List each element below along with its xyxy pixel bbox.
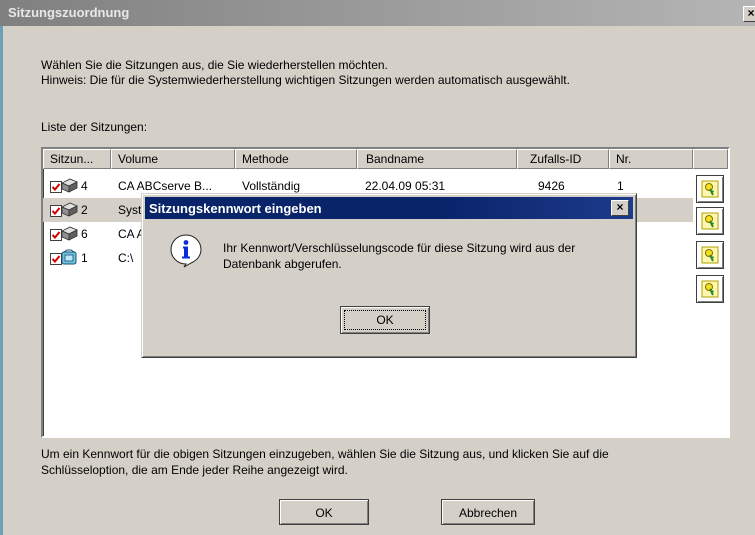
random-id-cell: 9426 — [538, 179, 565, 193]
dialog-ok-label: OK — [376, 313, 394, 327]
dialog-message-line-2: Datenbank abgerufen. — [223, 257, 342, 271]
dialog-close-button[interactable]: × — [611, 200, 629, 216]
dialog-ok-button[interactable]: OK — [340, 306, 430, 334]
tape-name-cell: 22.04.09 05:31 — [365, 179, 446, 193]
volume-cell: CA ABCserve B... — [118, 179, 213, 193]
session-key-button[interactable] — [696, 241, 724, 269]
dialog-message-line-1: Ihr Kennwort/Verschlüsselungscode für di… — [223, 241, 576, 255]
number-cell: 1 — [617, 179, 624, 193]
method-cell: Vollständig — [242, 179, 301, 193]
tape-icon — [60, 201, 78, 220]
password-dialog: Sitzungskennwort eingeben × Ihr Kennwort… — [141, 193, 637, 358]
session-number: 6 — [81, 227, 88, 241]
window-titlebar[interactable]: Sitzungszuordnung × — [0, 0, 755, 26]
dialog-titlebar[interactable]: Sitzungskennwort eingeben × — [145, 197, 633, 219]
info-icon — [170, 234, 202, 271]
column-header-session[interactable]: Sitzun... — [43, 149, 111, 169]
window-border — [0, 0, 3, 535]
session-key-button[interactable] — [696, 175, 724, 203]
tape-icon — [60, 177, 78, 196]
key-icon — [701, 280, 719, 298]
session-list-header: Sitzun... Volume Methode Bandname Zufall… — [43, 149, 728, 169]
cancel-button[interactable]: Abbrechen — [441, 499, 535, 525]
key-icon — [701, 246, 719, 264]
key-icon — [701, 212, 719, 230]
column-header-key — [693, 149, 728, 169]
session-mapping-window: Sitzungszuordnung × Wählen Sie die Sitzu… — [0, 0, 755, 535]
session-number: 2 — [81, 203, 88, 217]
instructions-line-2: Hinweis: Die für die Systemwiederherstel… — [41, 73, 570, 87]
footer-hint-line-2: Schlüsseloption, die am Ende jeder Reihe… — [41, 463, 348, 477]
window-title: Sitzungszuordnung — [8, 5, 130, 20]
column-header-tape-name[interactable]: Bandname — [357, 149, 517, 169]
column-header-number[interactable]: Nr. — [609, 149, 693, 169]
session-key-button[interactable] — [696, 207, 724, 235]
column-header-volume[interactable]: Volume — [111, 149, 235, 169]
session-key-button[interactable] — [696, 275, 724, 303]
session-number: 4 — [81, 179, 88, 193]
instructions-line-1: Wählen Sie die Sitzungen aus, die Sie wi… — [41, 58, 388, 72]
footer-hint-line-1: Um ein Kennwort für die obigen Sitzungen… — [41, 447, 609, 461]
tape-icon — [60, 225, 78, 244]
key-icon — [701, 180, 719, 198]
dialog-title: Sitzungskennwort eingeben — [149, 201, 322, 216]
ok-button[interactable]: OK — [279, 499, 369, 525]
column-header-method[interactable]: Methode — [235, 149, 357, 169]
column-header-random-id[interactable]: Zufalls-ID — [517, 149, 609, 169]
session-list-label: Liste der Sitzungen: — [41, 120, 148, 134]
window-close-button[interactable]: × — [743, 6, 755, 22]
drive-icon — [60, 249, 78, 270]
session-number: 1 — [81, 251, 88, 265]
